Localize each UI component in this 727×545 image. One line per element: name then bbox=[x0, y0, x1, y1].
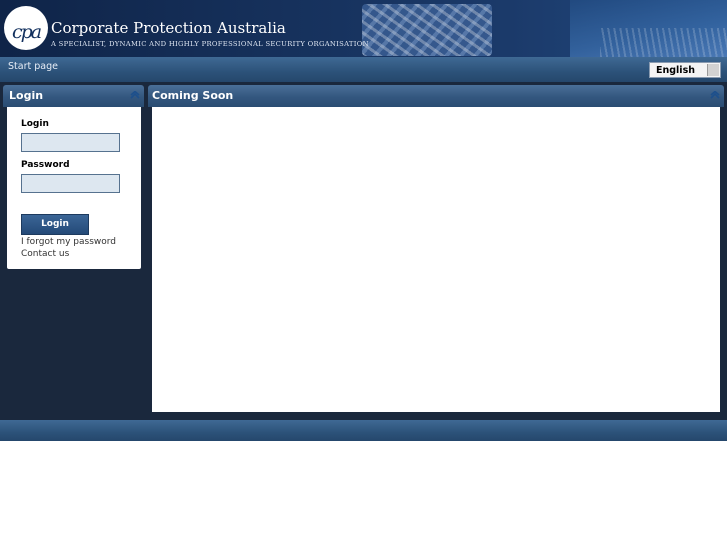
login-field-label: Login bbox=[21, 119, 49, 129]
collapse-icon[interactable] bbox=[130, 91, 140, 99]
start-page-link[interactable]: Start page bbox=[8, 61, 58, 72]
logo: cpa bbox=[4, 6, 48, 50]
login-panel-title: Login bbox=[9, 89, 44, 102]
brand-title: Corporate Protection Australia bbox=[51, 19, 286, 37]
logo-text: cpa bbox=[12, 21, 42, 43]
dropdown-button[interactable] bbox=[707, 64, 719, 76]
collapse-icon[interactable] bbox=[710, 91, 720, 99]
banner-mosaic-graphic bbox=[362, 4, 492, 56]
contact-us-link[interactable]: Contact us bbox=[21, 249, 69, 259]
app-window: cpa Corporate Protection Australia A SPE… bbox=[0, 0, 727, 441]
content-panel-title: Coming Soon bbox=[152, 89, 234, 102]
brand-tagline: A SPECIALIST, DYNAMIC AND HIGHLY PROFESS… bbox=[51, 40, 369, 48]
content-panel-body bbox=[152, 107, 720, 412]
password-input[interactable] bbox=[21, 174, 120, 193]
header-banner: cpa Corporate Protection Australia A SPE… bbox=[0, 0, 727, 57]
banner-wave-texture bbox=[600, 28, 727, 57]
login-input[interactable] bbox=[21, 133, 120, 152]
content-panel-header: Coming Soon bbox=[148, 85, 724, 107]
language-selected-value: English bbox=[656, 65, 695, 76]
login-panel-header: Login bbox=[3, 85, 144, 107]
password-field-label: Password bbox=[21, 160, 70, 170]
language-select[interactable]: English bbox=[649, 62, 721, 78]
footer-bar bbox=[0, 420, 727, 441]
nav-bar: Start page English bbox=[0, 57, 727, 82]
login-panel-body: Login Password Login I forgot my passwor… bbox=[7, 107, 141, 269]
forgot-password-link[interactable]: I forgot my password bbox=[21, 237, 116, 247]
login-button[interactable]: Login bbox=[21, 214, 89, 235]
